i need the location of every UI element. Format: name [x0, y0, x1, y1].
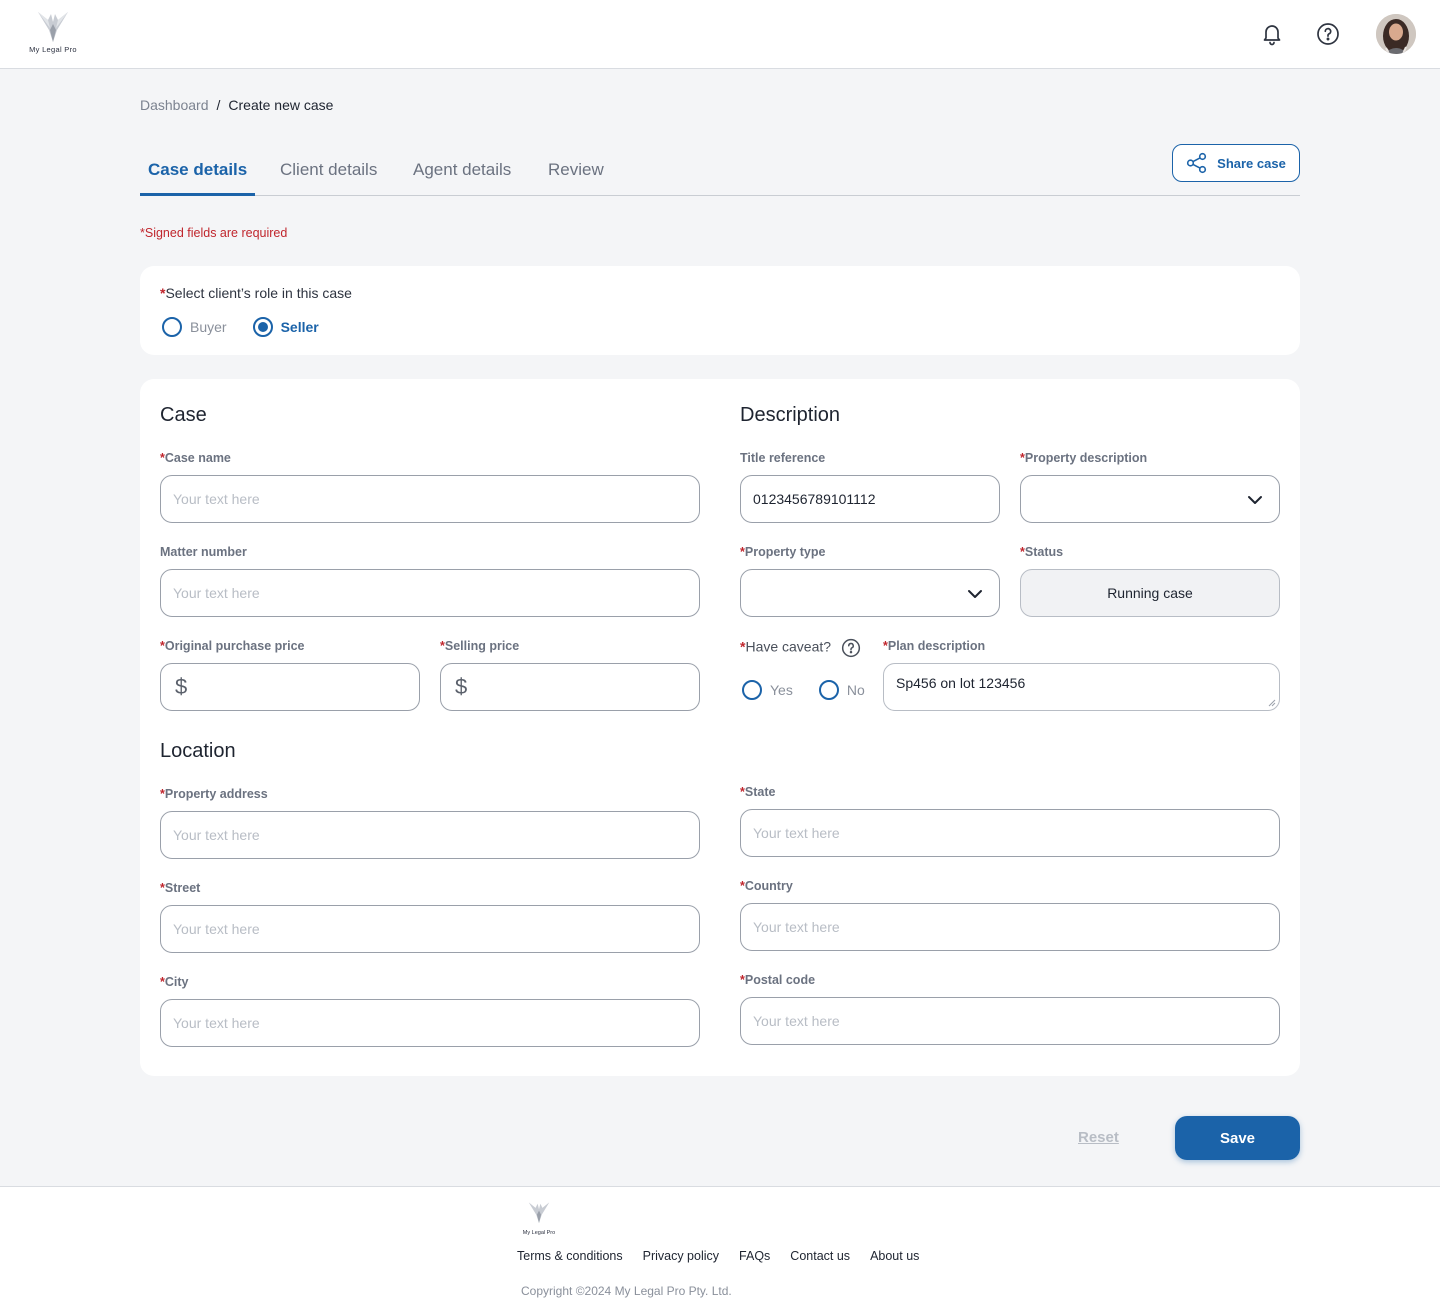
dollar-icon: $ — [455, 674, 468, 699]
top-bar: My Legal Pro — [0, 0, 1440, 69]
required-fields-note: *Signed fields are required — [140, 226, 288, 240]
caveat-label: *Have caveat? — [740, 638, 861, 658]
share-case-label: Share case — [1217, 155, 1286, 171]
matter-number-label: Matter number — [160, 545, 247, 559]
footer: My Legal Pro Terms & conditions Privacy … — [0, 1186, 1440, 1315]
state-input[interactable] — [740, 809, 1280, 857]
dollar-icon: $ — [175, 674, 188, 699]
country-label: *Country — [740, 879, 793, 893]
breadcrumb-dashboard-link[interactable]: Dashboard — [140, 97, 209, 113]
city-input[interactable] — [160, 999, 700, 1047]
street-label: *Street — [160, 881, 201, 895]
country-input[interactable] — [740, 903, 1280, 951]
matter-number-input[interactable] — [160, 569, 700, 617]
footer-link-faqs[interactable]: FAQs — [739, 1249, 770, 1263]
case-name-input[interactable] — [160, 475, 700, 523]
phoenix-logo-icon — [38, 12, 68, 42]
city-label: *City — [160, 975, 189, 989]
caveat-yes-label[interactable]: Yes — [770, 682, 793, 698]
footer-link-privacy[interactable]: Privacy policy — [643, 1249, 719, 1263]
role-seller-radio[interactable] — [252, 317, 273, 337]
footer-links: Terms & conditions Privacy policy FAQs C… — [517, 1249, 919, 1263]
plan-description-textarea[interactable]: Sp456 on lot 123456 — [883, 663, 1280, 711]
save-button[interactable]: Save — [1175, 1116, 1300, 1160]
footer-link-terms[interactable]: Terms & conditions — [517, 1249, 623, 1263]
tab-review[interactable]: Review — [548, 160, 604, 196]
client-role-radio-group: Buyer Seller — [162, 317, 345, 337]
property-description-select[interactable] — [1020, 475, 1280, 523]
phoenix-logo-icon — [528, 1202, 550, 1223]
state-label: *State — [740, 785, 776, 799]
footer-brand-name: My Legal Pro — [522, 1230, 556, 1236]
client-role-label: *Select client’s role in this case — [160, 285, 352, 301]
brand-name: My Legal Pro — [29, 45, 77, 54]
chevron-down-icon — [968, 590, 982, 598]
help-circle-icon[interactable] — [1314, 20, 1342, 48]
bell-icon[interactable] — [1258, 20, 1286, 48]
case-tabs: Case details Client details Agent detail… — [140, 158, 1300, 196]
help-circle-icon[interactable] — [841, 638, 861, 658]
selling-price-input[interactable]: $ — [440, 663, 700, 711]
breadcrumb-current: Create new case — [228, 97, 334, 113]
description-section-title: Description — [740, 404, 841, 426]
plan-description-value: Sp456 on lot 123456 — [896, 675, 1026, 691]
plan-description-label: *Plan description — [883, 639, 986, 653]
postal-code-label: *Postal code — [740, 973, 816, 987]
footer-logo[interactable]: My Legal Pro — [516, 1199, 562, 1236]
role-buyer-label[interactable]: Buyer — [190, 319, 227, 335]
copyright-text: Copyright ©2024 My Legal Pro Pty. Ltd. — [521, 1284, 732, 1298]
property-address-label: *Property address — [160, 787, 268, 801]
footer-link-about[interactable]: About us — [870, 1249, 919, 1263]
share-case-button[interactable]: Share case — [1172, 144, 1300, 182]
footer-link-contact[interactable]: Contact us — [790, 1249, 850, 1263]
property-address-input[interactable] — [160, 811, 700, 859]
property-type-select[interactable] — [740, 569, 1000, 617]
client-role-card: *Select client’s role in this case Buyer… — [140, 266, 1300, 355]
chevron-down-icon — [1248, 496, 1262, 504]
title-reference-label: Title reference — [740, 451, 826, 465]
location-section-title: Location — [160, 740, 236, 762]
share-icon — [1187, 152, 1207, 174]
original-price-label: *Original purchase price — [160, 639, 305, 653]
status-field: Running case — [1020, 569, 1280, 617]
postal-code-input[interactable] — [740, 997, 1280, 1045]
user-avatar[interactable] — [1376, 14, 1416, 54]
breadcrumb: Dashboard / Create new case — [140, 97, 333, 113]
caveat-yes-radio[interactable] — [742, 680, 762, 700]
caveat-no-radio[interactable] — [818, 680, 839, 700]
case-section-title: Case — [160, 404, 207, 426]
caveat-radio-group: Yes No — [742, 680, 891, 700]
street-input[interactable] — [160, 905, 700, 953]
role-buyer-radio[interactable] — [162, 317, 182, 337]
status-label: *Status — [1020, 545, 1064, 559]
title-reference-input[interactable] — [740, 475, 1000, 523]
property-type-label: *Property type — [740, 545, 826, 559]
selling-price-label: *Selling price — [440, 639, 520, 653]
tab-agent-details[interactable]: Agent details — [413, 160, 511, 196]
brand-logo[interactable]: My Legal Pro — [22, 8, 84, 54]
resize-grip-icon[interactable] — [1268, 699, 1276, 707]
property-description-label: *Property description — [1020, 451, 1148, 465]
case-form-card: Case *Case name Matter number *Original … — [140, 379, 1300, 1076]
reset-button[interactable]: Reset — [1078, 1129, 1119, 1146]
caveat-no-label[interactable]: No — [847, 682, 865, 698]
original-price-input[interactable]: $ — [160, 663, 420, 711]
tab-case-details[interactable]: Case details — [140, 160, 256, 196]
role-seller-label[interactable]: Seller — [281, 319, 319, 335]
breadcrumb-separator: / — [216, 97, 221, 113]
case-name-label: *Case name — [160, 451, 231, 465]
tab-client-details[interactable]: Client details — [280, 160, 377, 196]
